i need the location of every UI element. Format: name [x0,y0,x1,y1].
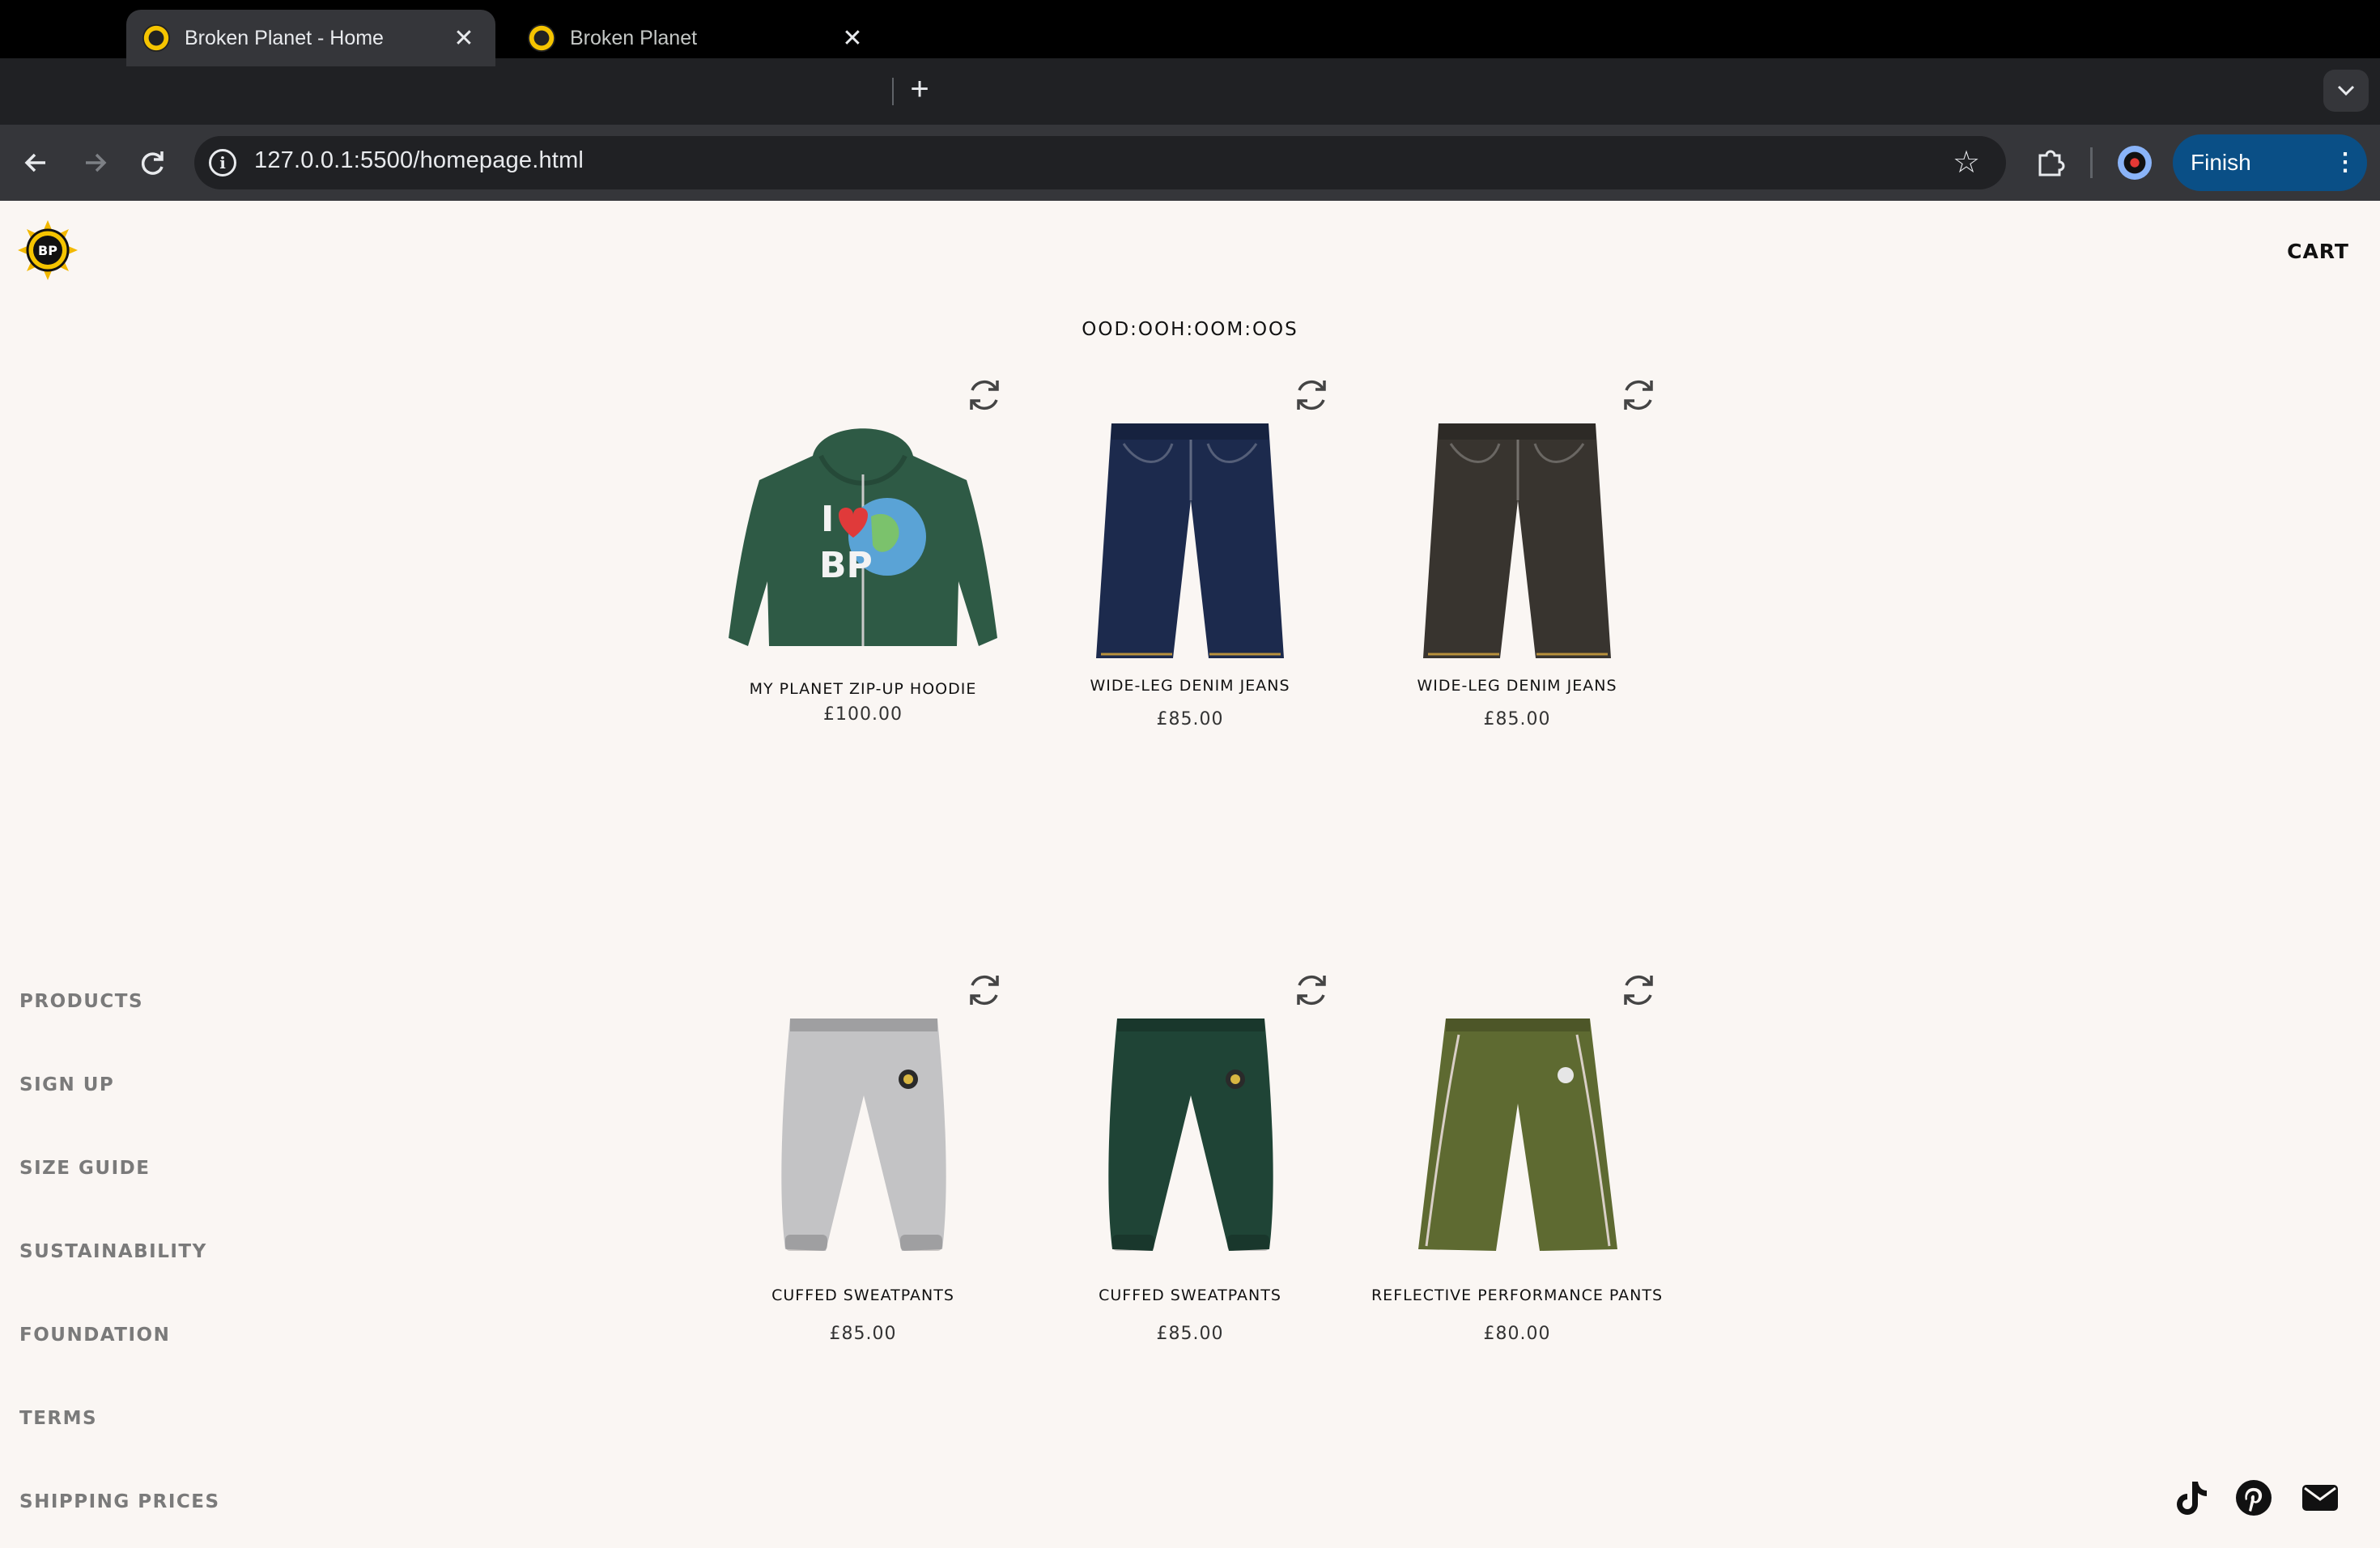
product-name[interactable]: WIDE-LEG DENIM JEANS [1321,677,1713,695]
cart-link[interactable]: CART [2287,240,2349,263]
toolbar-divider [2090,147,2093,178]
reload-icon [141,151,164,175]
favicon-icon [528,24,555,52]
url-text[interactable]: 127.0.0.1:5500/homepage.html [254,147,584,174]
product-image[interactable] [1026,974,1354,1338]
tab-title: Broken Planet - Home [185,26,384,49]
back-button[interactable] [16,142,57,183]
product-image[interactable] [699,974,1026,1338]
broken-planet-logo[interactable]: BP [18,220,78,280]
tab-title: Broken Planet [570,26,698,49]
product-price: £85.00 [1156,709,1224,729]
finish-update-button[interactable]: Finish update [2173,134,2323,232]
tiktok-icon[interactable] [2170,1477,2212,1519]
svg-text:BP: BP [819,545,873,586]
sidebar-item-sign-up[interactable]: SIGN UP [19,1074,114,1095]
close-tab-icon[interactable]: ✕ [839,24,866,53]
rotate-view-icon[interactable] [1290,969,1332,1011]
bookmark-star-icon[interactable]: ☆ [1946,142,1987,183]
sidebar-item-products[interactable]: PRODUCTS [19,991,143,1012]
chevron-down-icon [2337,85,2355,96]
rotate-view-icon[interactable] [1617,374,1660,416]
product-image[interactable] [1354,974,1681,1338]
rotate-view-icon[interactable] [963,969,1005,1011]
sidebar-item-sustainability[interactable]: SUSTAINABILITY [19,1241,207,1262]
sidebar-item-size-guide[interactable]: SIZE GUIDE [19,1158,150,1179]
extensions-button[interactable] [2030,142,2071,183]
svg-text:I: I [821,499,834,540]
page-content: BP CART OOD:OOH:OOM:OOS PRODUCTS SIGN UP… [0,201,2380,1548]
sidebar-item-foundation[interactable]: FOUNDATION [19,1325,170,1346]
sidebar-item-shipping-prices[interactable]: SHIPPING PRICES [19,1491,220,1512]
tab-broken-planet-home[interactable]: Broken Planet - Home ✕ [126,10,495,66]
close-tab-icon[interactable]: ✕ [450,24,478,53]
product-price: £85.00 [829,1324,897,1344]
tab-broken-planet[interactable]: Broken Planet ✕ [512,10,884,66]
rotate-view-icon[interactable] [1290,374,1332,416]
countdown-timer: OOD:OOH:OOM:OOS [1082,319,1298,340]
tab-search-button[interactable] [2323,70,2369,112]
profile-avatar[interactable] [2118,146,2152,180]
mail-icon[interactable] [2299,1477,2341,1519]
tab-strip [0,58,2380,125]
forward-button[interactable] [74,142,115,183]
rotate-view-icon[interactable] [1617,969,1660,1011]
rotate-view-icon[interactable] [963,374,1005,416]
product-price: £85.00 [1483,709,1551,729]
product-price: £85.00 [1156,1324,1224,1344]
sidebar-item-terms[interactable]: TERMS [19,1408,97,1429]
arrow-right-icon [86,153,107,172]
svg-text:BP: BP [38,243,57,258]
site-info-icon[interactable]: i [209,149,236,176]
tab-divider [892,78,894,105]
reload-button[interactable] [133,142,173,183]
puzzle-icon [2038,150,2065,176]
product-price: £100.00 [823,704,903,725]
new-tab-button[interactable]: + [903,71,936,108]
favicon-icon [142,24,170,52]
product-price: £80.00 [1483,1324,1551,1344]
arrow-left-icon [24,153,45,172]
product-name[interactable]: REFLECTIVE PERFORMANCE PANTS [1321,1286,1713,1304]
pinterest-icon[interactable] [2233,1477,2275,1519]
